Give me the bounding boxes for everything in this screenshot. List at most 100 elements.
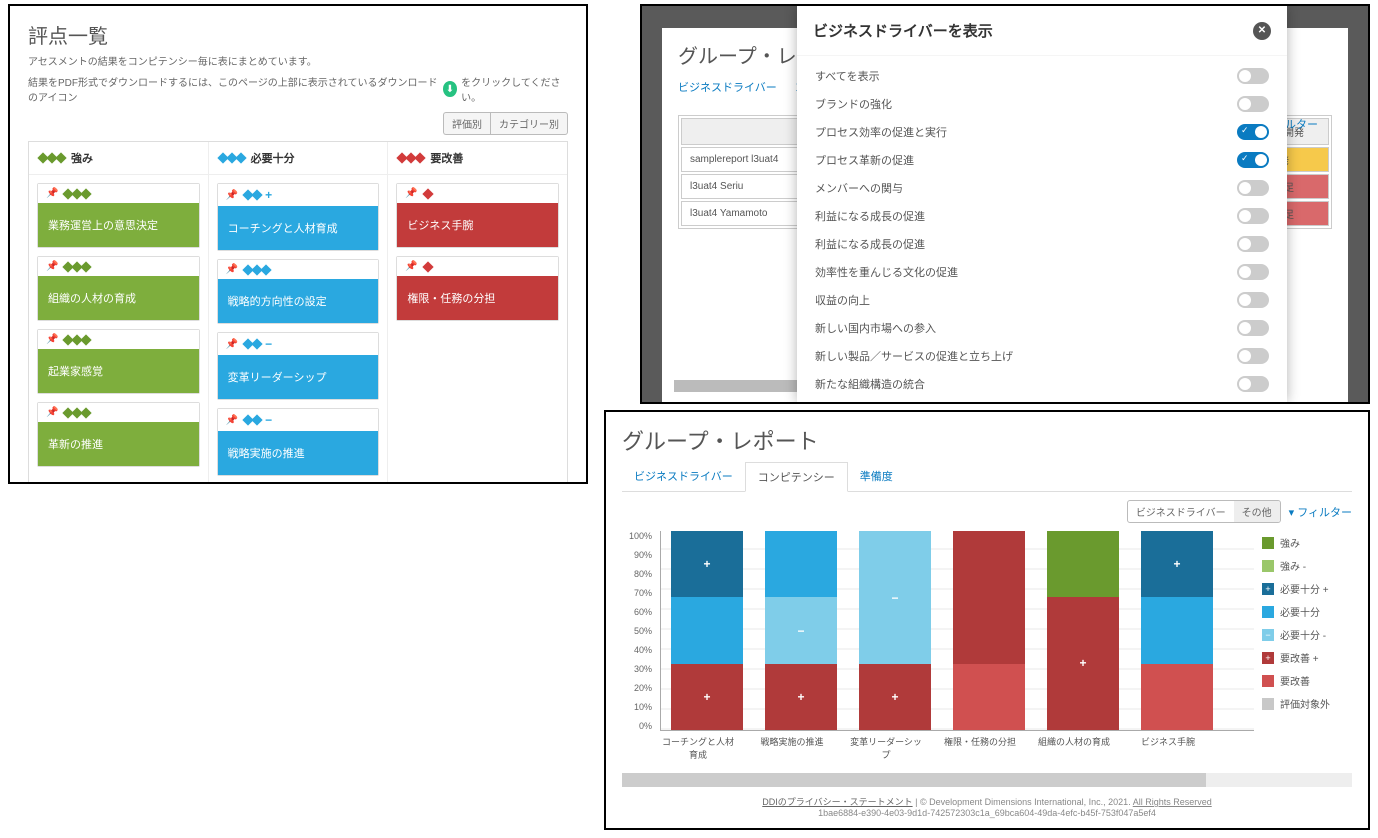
driver-label: すべてを表示 — [815, 68, 880, 84]
driver-row: プロセス革新の促進 — [797, 146, 1287, 174]
competency-card[interactable]: 📌−戦略実施の推進 — [217, 408, 380, 476]
driver-label: 収益の向上 — [815, 292, 870, 308]
driver-toggle-list: すべてを表示ブランドの強化プロセス効率の促進と実行プロセス革新の促進メンバーへの… — [797, 56, 1287, 404]
filter-link[interactable]: ▾ フィルター — [1289, 504, 1352, 520]
competency-card[interactable]: 📌 革新の推進 — [37, 402, 200, 467]
bar: + — [1047, 531, 1119, 730]
x-tick: 組織の人材の育成 — [1038, 735, 1110, 761]
driver-row: 競争戦略の実行 — [797, 398, 1287, 404]
driver-label: 新たな組織構造の統合 — [815, 376, 925, 392]
driver-toggle[interactable] — [1237, 320, 1269, 336]
download-icon[interactable]: ⬇ — [443, 81, 457, 97]
legend-item: 強み - — [1262, 558, 1352, 573]
pin-icon[interactable]: 📌 — [226, 190, 238, 201]
competency-card[interactable]: 📌業務運営上の意思決定 — [37, 183, 200, 248]
competency-card[interactable]: 📌権限・任務の分担 — [396, 256, 559, 321]
competency-card[interactable]: 📌 戦略的方向性の設定 — [217, 259, 380, 324]
driver-modal-panel: グループ・レポート ビジネスドライバー コンピテンシー ▾ フィルター 氏名 顧… — [640, 4, 1370, 404]
competency-card[interactable]: 📌+コーチングと人材育成 — [217, 183, 380, 251]
driver-row: すべてを表示 — [797, 62, 1287, 90]
driver-label: 新しい製品／サービスの促進と立ち上げ — [815, 348, 1013, 364]
close-icon[interactable]: ✕ — [1253, 22, 1271, 40]
driver-toggle[interactable] — [1237, 208, 1269, 224]
tab[interactable]: 準備度 — [848, 462, 905, 491]
tab[interactable]: ビジネスドライバー — [622, 462, 745, 491]
bar — [953, 531, 1025, 730]
ratings-list-panel: 評点一覧 アセスメントの結果をコンピテンシー毎に表にまとめています。 結果をPD… — [8, 4, 588, 484]
card-title: 戦略的方向性の設定 — [218, 279, 379, 323]
pin-icon[interactable]: 📌 — [405, 261, 417, 272]
card-title: 起業家感覚 — [38, 349, 199, 393]
legend-item: +必要十分 + — [1262, 581, 1352, 596]
by-rating-button[interactable]: 評価別 — [443, 112, 490, 135]
modal-title: ビジネスドライバーを表示 — [813, 20, 993, 41]
driver-toggle[interactable] — [1237, 348, 1269, 364]
x-tick: 権限・任務の分担 — [944, 735, 1016, 761]
driver-label: 利益になる成長の促進 — [815, 208, 925, 224]
pin-icon[interactable]: 📌 — [46, 188, 58, 199]
footer: DDIのプライバシー・ステートメント | © Development Dimen… — [622, 795, 1352, 818]
card-title: 変革リーダーシップ — [218, 355, 379, 399]
by-category-button[interactable]: カテゴリー別 — [490, 112, 568, 135]
driver-toggle[interactable] — [1237, 236, 1269, 252]
card-title: 革新の推進 — [38, 422, 199, 466]
seg-other[interactable]: その他 — [1234, 501, 1280, 522]
driver-toggle[interactable] — [1237, 264, 1269, 280]
group-report-title: グループ・レポート — [622, 424, 1352, 456]
driver-toggle[interactable] — [1237, 292, 1269, 308]
x-axis: コーチングと人材育成戦略実施の推進変革リーダーシップ権限・任務の分担組織の人材の… — [622, 735, 1352, 761]
privacy-link[interactable]: DDIのプライバシー・ステートメント — [762, 797, 912, 807]
tab[interactable]: コンピテンシー — [745, 462, 848, 492]
driver-toggle[interactable] — [1237, 152, 1269, 168]
legend-item: −必要十分 - — [1262, 627, 1352, 642]
driver-label: プロセス革新の促進 — [815, 152, 914, 168]
driver-row: 新しい国内市場への参入 — [797, 314, 1287, 342]
pin-icon[interactable]: 📌 — [46, 261, 58, 272]
y-axis: 100%90%80%70%60%50%40%30%20%10%0% — [622, 531, 652, 731]
competency-card[interactable]: 📌 起業家感覚 — [37, 329, 200, 394]
driver-row: 効率性を重んじる文化の促進 — [797, 258, 1287, 286]
tab-business-driver[interactable]: ビジネスドライバー — [678, 79, 777, 95]
pin-icon[interactable]: 📌 — [405, 188, 417, 199]
driver-row: 利益になる成長の促進 — [797, 202, 1287, 230]
pin-icon[interactable]: 📌 — [226, 264, 238, 275]
card-title: 組織の人材の育成 — [38, 276, 199, 320]
legend-item: 要改善 — [1262, 673, 1352, 688]
driver-row: 利益になる成長の促進 — [797, 230, 1287, 258]
driver-label: プロセス効率の促進と実行 — [815, 124, 947, 140]
subtitle: アセスメントの結果をコンピテンシー毎に表にまとめています。 — [28, 53, 568, 68]
bar: +− — [859, 531, 931, 730]
legend-item: 強み — [1262, 535, 1352, 550]
business-driver-modal: ビジネスドライバーを表示 ✕ すべてを表示ブランドの強化プロセス効率の促進と実行… — [797, 6, 1287, 402]
pin-icon[interactable]: 📌 — [226, 415, 238, 426]
view-segmented-control[interactable]: ビジネスドライバー その他 — [1127, 500, 1281, 523]
chart-scrollbar[interactable] — [622, 773, 1352, 787]
rating-columns: 強み📌業務運営上の意思決定📌組織の人材の育成📌起業家感覚📌革新の推進必要十分📌+… — [28, 141, 568, 484]
driver-label: メンバーへの関与 — [815, 180, 903, 196]
download-hint: 結果をPDF形式でダウンロードするには、このページの上部に表示されているダウンロ… — [28, 74, 568, 104]
driver-row: プロセス効率の促進と実行 — [797, 118, 1287, 146]
driver-label: 新しい国内市場への参入 — [815, 320, 936, 336]
card-title: コーチングと人材育成 — [218, 206, 379, 250]
card-title: ビジネス手腕 — [397, 203, 558, 247]
pin-icon[interactable]: 📌 — [46, 334, 58, 345]
driver-row: メンバーへの関与 — [797, 174, 1287, 202]
driver-toggle[interactable] — [1237, 124, 1269, 140]
competency-card[interactable]: 📌 ビジネス手腕 — [396, 183, 559, 248]
driver-label: 効率性を重んじる文化の促進 — [815, 264, 958, 280]
page-title: 評点一覧 — [28, 20, 568, 49]
competency-card[interactable]: 📌−変革リーダーシップ — [217, 332, 380, 400]
funnel-icon: ▾ — [1289, 507, 1295, 519]
download-hint-prefix: 結果をPDF形式でダウンロードするには、このページの上部に表示されているダウンロ… — [28, 74, 439, 104]
driver-toggle[interactable] — [1237, 180, 1269, 196]
driver-toggle[interactable] — [1237, 376, 1269, 392]
driver-toggle[interactable] — [1237, 68, 1269, 84]
seg-business-driver[interactable]: ビジネスドライバー — [1128, 501, 1234, 522]
legend-item: 必要十分 — [1262, 604, 1352, 619]
pin-icon[interactable]: 📌 — [46, 407, 58, 418]
download-hint-suffix: をクリックしてください。 — [461, 74, 568, 104]
competency-card[interactable]: 📌 組織の人材の育成 — [37, 256, 200, 321]
stacked-bar-chart: +++−+−++ — [660, 531, 1254, 731]
pin-icon[interactable]: 📌 — [226, 339, 238, 350]
driver-toggle[interactable] — [1237, 96, 1269, 112]
